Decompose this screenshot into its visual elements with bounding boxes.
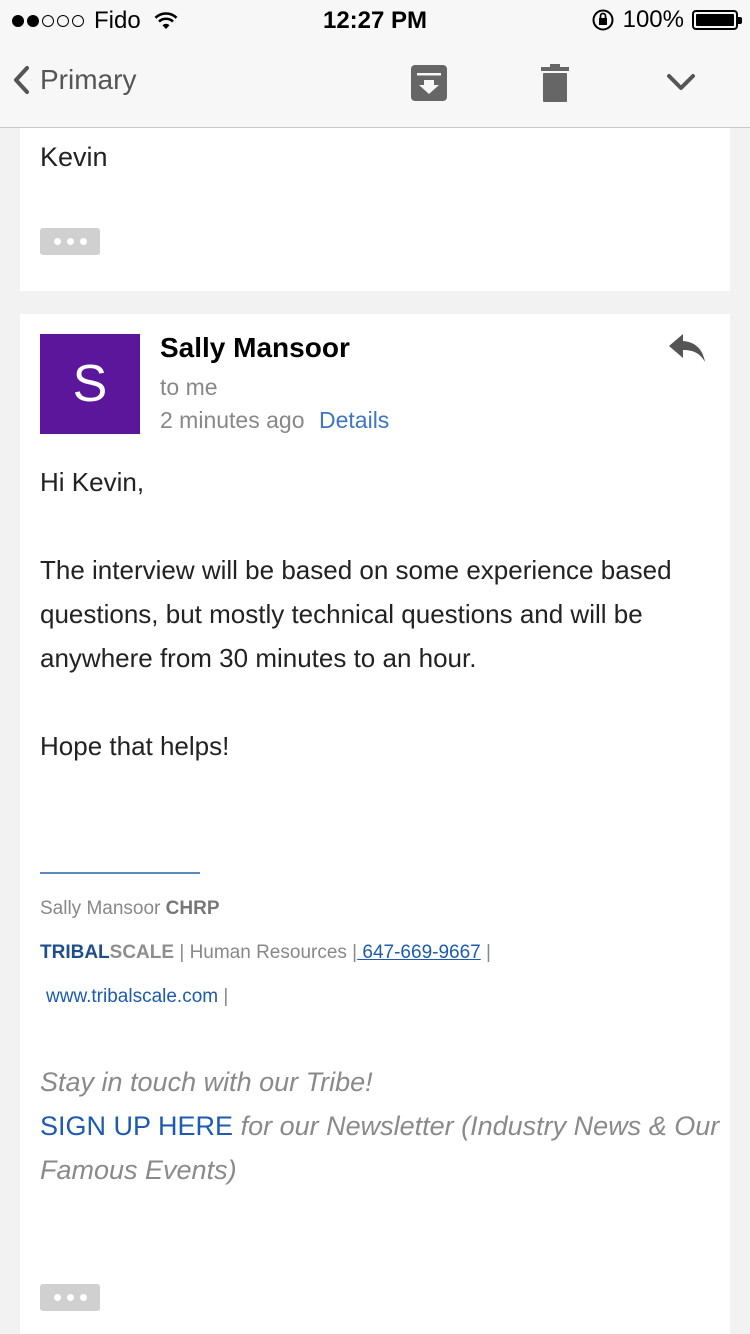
newsletter-block: Stay in touch with our Tribe! SIGN UP HE… <box>40 1060 720 1192</box>
delete-button[interactable] <box>541 64 569 107</box>
message-greeting: Hi Kevin, <box>40 467 145 497</box>
avatar-letter: S <box>72 355 108 413</box>
status-bar: Fido 12:27 PM 100% <box>0 0 750 40</box>
message-card: S Sally Mansoor to me 2 minutes ago Deta… <box>20 314 730 1334</box>
details-link[interactable]: Details <box>319 407 389 434</box>
reply-button[interactable] <box>668 332 706 369</box>
chevron-down-icon <box>667 74 695 90</box>
trash-icon <box>541 64 569 102</box>
message-time: 2 minutes ago <box>160 407 305 433</box>
show-trimmed-content-button[interactable] <box>40 1284 100 1311</box>
signature-department: Human Resources <box>189 942 347 963</box>
back-button[interactable]: Primary <box>12 64 136 96</box>
chevron-left-icon <box>14 66 29 94</box>
separator: | <box>174 942 190 963</box>
company-name-part1: TRIBAL <box>40 942 110 963</box>
signup-link[interactable]: SIGN UP HERE <box>40 1111 233 1141</box>
website-link[interactable]: www.tribalscale.com <box>46 986 218 1007</box>
sender-name: Sally Mansoor <box>160 332 350 363</box>
archive-icon <box>411 65 447 101</box>
show-trimmed-content-button[interactable] <box>40 228 100 255</box>
previous-message-card[interactable]: Kevin <box>20 128 730 291</box>
orientation-lock-icon <box>592 9 614 31</box>
separator: | <box>346 942 358 963</box>
avatar[interactable]: S <box>40 334 140 434</box>
signature-company-line: TRIBALSCALE | Human Resources | 647-669-… <box>40 942 491 964</box>
phone-link[interactable]: 647-669-9667 <box>357 942 480 963</box>
battery-percent: 100% <box>622 6 684 33</box>
archive-button[interactable] <box>410 64 448 107</box>
message-paragraph: The interview will be based on some expe… <box>40 555 672 673</box>
message-signoff: Kevin <box>40 142 108 172</box>
company-name-part2: SCALE <box>109 942 175 963</box>
separator: | <box>218 986 229 1007</box>
reply-icon <box>669 334 705 362</box>
message-closing: Hope that helps! <box>40 731 230 761</box>
newsletter-heading: Stay in touch with our Tribe! <box>40 1067 373 1097</box>
signature-name-line: Sally Mansoor CHRP <box>40 898 220 920</box>
signature-credential: CHRP <box>165 898 220 919</box>
separator: | <box>480 942 491 963</box>
signature-divider <box>40 872 200 874</box>
signature-name: Sally Mansoor <box>40 898 161 919</box>
recipient-line: to me <box>160 374 218 400</box>
navigation-bar: Primary <box>0 40 750 128</box>
battery-icon <box>692 10 742 30</box>
signature-website-line: www.tribalscale.com | <box>46 986 228 1008</box>
back-label: Primary <box>40 64 137 95</box>
more-messages-button[interactable] <box>666 72 696 97</box>
